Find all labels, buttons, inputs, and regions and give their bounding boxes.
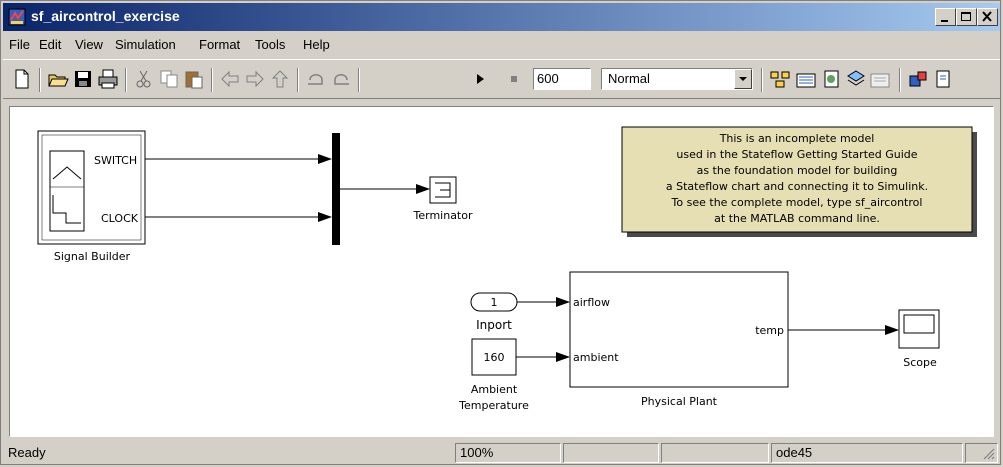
annotation-line: at the MATLAB command line. [714, 212, 880, 225]
toolbar-separator [761, 68, 763, 92]
debug-icon[interactable] [933, 68, 955, 90]
paste-icon[interactable] [183, 68, 205, 90]
annotation-line: a Stateflow chart and connecting it to S… [666, 180, 928, 193]
model-explorer-icon[interactable] [821, 68, 843, 90]
menu-file[interactable]: File [9, 37, 30, 52]
toolbar-separator [297, 68, 299, 92]
toolbar-separator [211, 68, 213, 92]
ambient-port-label: ambient [573, 351, 619, 364]
up-arrow-icon[interactable] [269, 68, 291, 90]
inport-label: Inport [476, 318, 512, 332]
block-diagram: SWITCH CLOCK Signal Builder Terminator T… [37, 126, 977, 412]
menu-edit[interactable]: Edit [39, 37, 61, 52]
title-bar[interactable]: sf_aircontrol_exercise [3, 3, 1000, 31]
annotation-line: as the foundation model for building [697, 164, 898, 177]
toolbar: 600 Normal [3, 59, 1000, 99]
status-pane-grip [965, 443, 998, 463]
model-canvas[interactable]: SWITCH CLOCK Signal Builder Terminator T… [9, 106, 994, 437]
temp-port-label: temp [755, 324, 784, 337]
resize-grip-icon[interactable] [981, 446, 995, 460]
clock-port-label: CLOCK [101, 212, 139, 225]
stop-time-input[interactable]: 600 [533, 68, 591, 90]
inport-number: 1 [491, 296, 498, 309]
switch-port-label: SWITCH [94, 154, 137, 167]
toolbar-separator [39, 68, 41, 92]
back-arrow-icon[interactable] [219, 68, 241, 90]
simulation-mode-value: Normal [608, 71, 650, 86]
build-model-icon[interactable] [769, 68, 791, 90]
open-folder-icon[interactable] [47, 68, 69, 90]
simulink-app-icon [8, 8, 26, 26]
physical-plant-label: Physical Plant [641, 395, 718, 408]
solver-name: ode45 [771, 443, 963, 463]
library-browser-icon[interactable] [795, 68, 817, 90]
stop-simulation-icon[interactable] [503, 68, 525, 90]
signal-builder-label: Signal Builder [54, 250, 131, 263]
minimize-icon [941, 20, 948, 22]
close-button[interactable] [977, 8, 998, 26]
toolbar-separator [125, 68, 127, 92]
scope-block[interactable] [898, 309, 940, 349]
stateflow-icon[interactable] [907, 68, 929, 90]
status-pane-empty [661, 443, 769, 463]
menu-bar: File Edit View Simulation Format Tools H… [3, 32, 1000, 58]
annotation-note[interactable]: This is an incomplete model used in the … [621, 126, 977, 237]
menu-help[interactable]: Help [303, 37, 330, 52]
maximize-button[interactable] [956, 8, 977, 26]
save-icon[interactable] [72, 68, 94, 90]
chevron-down-icon [739, 77, 747, 81]
annotation-line: To see the complete model, type sf_airco… [671, 196, 923, 209]
terminator-label: Terminator [413, 209, 473, 222]
menu-view[interactable]: View [75, 37, 103, 52]
undo-icon[interactable] [305, 68, 327, 90]
cut-icon[interactable] [133, 68, 155, 90]
mux-block[interactable] [332, 133, 340, 245]
ambient-label-line1: Ambient [471, 383, 518, 396]
print-icon[interactable] [97, 68, 119, 90]
redo-icon[interactable] [330, 68, 352, 90]
config-params-icon[interactable] [869, 68, 891, 90]
copy-icon[interactable] [158, 68, 180, 90]
status-text: Ready [8, 445, 46, 460]
annotation-line: used in the Stateflow Getting Started Gu… [676, 148, 917, 161]
new-file-icon[interactable] [11, 68, 33, 90]
ambient-value: 160 [484, 351, 505, 364]
toolbar-separator [358, 68, 360, 92]
menu-simulation[interactable]: Simulation [115, 37, 176, 52]
debugger-icon[interactable] [845, 68, 867, 90]
status-pane-empty [563, 443, 659, 463]
start-simulation-icon[interactable] [469, 68, 491, 90]
minimize-button[interactable] [935, 8, 956, 26]
zoom-level: 100% [455, 443, 561, 463]
annotation-line: This is an incomplete model [719, 132, 875, 145]
dropdown-button[interactable] [734, 69, 752, 89]
menu-tools[interactable]: Tools [255, 37, 285, 52]
ambient-label-line2: Temperature [458, 399, 529, 412]
close-icon [982, 11, 992, 22]
toolbar-separator [899, 68, 901, 92]
airflow-port-label: airflow [573, 296, 610, 309]
window-title: sf_aircontrol_exercise [31, 8, 180, 24]
simulation-mode-select[interactable]: Normal [601, 68, 753, 90]
scope-label: Scope [903, 356, 937, 369]
signal-builder-block[interactable] [37, 130, 146, 245]
status-bar: Ready 100% ode45 [3, 441, 1000, 464]
maximize-icon [961, 12, 971, 21]
forward-arrow-icon[interactable] [244, 68, 266, 90]
menu-format[interactable]: Format [199, 37, 240, 52]
simulink-window: sf_aircontrol_exercise File Edit View Si… [0, 0, 1001, 465]
terminator-block[interactable] [429, 176, 457, 204]
